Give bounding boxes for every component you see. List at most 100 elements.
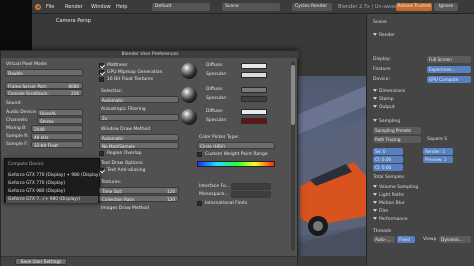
rp-feature-select[interactable]: Experimen... (427, 66, 471, 73)
rp-render-samples-field[interactable]: Render: 1 (423, 148, 453, 155)
specular2-label: Specular: (206, 96, 228, 101)
rp-sampling[interactable]: Sampling (373, 118, 400, 125)
virtual-pixel-select[interactable]: Double (5, 69, 83, 76)
diffuse1-swatch[interactable] (241, 63, 267, 69)
collection-rate-field[interactable]: Collection Rate: 120 (99, 195, 179, 202)
mattness-checkbox[interactable] (99, 63, 104, 68)
ignore-button[interactable]: Ignore (434, 3, 458, 11)
compute-option-1[interactable]: Geforce GTX 770 (Display) + 980 (Display… (8, 172, 100, 179)
rp-stamp[interactable]: Stamp (373, 96, 394, 103)
rp-clamp-indirect-field[interactable]: Cl: 0.00 (373, 164, 403, 171)
rp-performance[interactable]: Performance (373, 216, 408, 223)
frame-server-port-field[interactable]: Frame Server Port: 8080 (5, 82, 83, 89)
menu-window[interactable]: Window (91, 3, 111, 11)
virtual-pixel-label: Virtual Pixel Mode: (6, 62, 48, 67)
console-scrollback-field[interactable]: Console Scrollback: 256 (5, 89, 83, 96)
sample-rate-value: 48 kHz (34, 135, 49, 140)
layout-selector[interactable]: Default (152, 3, 210, 11)
diffuse3-swatch[interactable] (241, 109, 267, 115)
text-antialias-checkbox[interactable] (99, 168, 104, 173)
rp-fixed-button[interactable]: Fixed (397, 236, 415, 243)
specular2-swatch[interactable] (241, 96, 267, 102)
rp-motion-blur[interactable]: Motion Blur (373, 200, 405, 207)
rp-auto-detect-button[interactable]: Auto-... (373, 236, 395, 243)
rp-square-samples[interactable]: Square S (427, 136, 447, 143)
anisotropic-value: 2x (102, 116, 108, 121)
light3-preview-icon (181, 109, 197, 125)
weight-ramp-gradient[interactable] (197, 161, 275, 167)
diffuse2-swatch[interactable] (241, 87, 267, 93)
monospace-font-field[interactable] (231, 191, 271, 198)
rp-fixed-value: Fixed (399, 237, 410, 242)
window-draw-select[interactable]: Automatic (99, 134, 179, 141)
viewport-footer (298, 256, 366, 266)
timeout-field[interactable]: Time Out: 120 (99, 187, 179, 194)
save-user-settings-button[interactable]: Save User Settings (15, 258, 67, 265)
rp-device-select[interactable]: GPU Compute (427, 76, 471, 83)
stamp-chevron-icon (373, 97, 377, 100)
multisample-select[interactable]: No MultiSample (99, 142, 179, 149)
multisample-value: No MultiSample (102, 144, 135, 149)
compute-option-4[interactable]: Geforce GTX 7...(+ 980 (Display)) (6, 196, 98, 203)
rp-scene[interactable]: Scene (373, 19, 387, 26)
interface-font-label: Interface Fo... (199, 184, 230, 189)
rp-render-panel[interactable]: Render (373, 32, 395, 39)
rp-path-tracing[interactable]: Path Tracing (373, 136, 421, 143)
scene-name: Scene (225, 4, 239, 9)
float-textures-checkbox[interactable] (99, 77, 104, 82)
rp-light-paths[interactable]: Light Paths (373, 192, 404, 199)
prefs-scrollbar[interactable] (291, 61, 295, 251)
custom-weight-checkbox[interactable] (197, 152, 202, 157)
car-render-image (294, 86, 366, 266)
rp-dimensions[interactable]: Dimensions (373, 88, 405, 95)
specular3-swatch[interactable] (241, 118, 267, 124)
rp-clamp-direct-value: Cl: 0.00 (375, 157, 392, 162)
layout-name: Default (155, 4, 172, 9)
specular1-swatch[interactable] (241, 72, 267, 78)
scene-selector[interactable]: Scene (222, 3, 280, 11)
rp-seed-field[interactable]: Se: 0 (373, 148, 403, 155)
menu-file[interactable]: File (46, 3, 54, 11)
rp-preview-samples-field[interactable]: Preview: 1 (423, 156, 453, 163)
menu-render[interactable]: Render (65, 3, 83, 11)
rp-motion-blur-label: Motion Blur (379, 201, 405, 206)
rp-film[interactable]: Film (373, 208, 388, 215)
international-fonts-checkbox[interactable] (197, 201, 202, 206)
menu-help[interactable]: Help (116, 3, 127, 11)
color-picker-select[interactable]: Circle (HSV) (197, 142, 275, 149)
sample-rate-select[interactable]: 48 kHz (31, 133, 83, 140)
gpu-mipmap-label: GPU Mipmap Generation (107, 70, 163, 75)
rp-viewport-label: Viewp (423, 237, 437, 242)
compute-option-2[interactable]: Geforce GTX 770 (Display) (8, 180, 65, 187)
audio-device-value: OpenAL (40, 111, 57, 116)
images-draw-label: Images Draw Method (101, 206, 149, 211)
rp-output[interactable]: Output (373, 104, 395, 111)
rp-volume-sampling-label: Volume Sampling (379, 185, 419, 190)
selection-select[interactable]: Automatic (99, 96, 179, 103)
rp-volume-sampling[interactable]: Volume Sampling (373, 184, 418, 191)
anisotropic-select[interactable]: 2x (99, 114, 179, 121)
rp-display-select[interactable]: Full Screen (427, 56, 471, 63)
blender-logo-icon[interactable] (34, 3, 42, 11)
region-overlap-checkbox[interactable] (99, 151, 104, 156)
interface-font-field[interactable] (231, 183, 271, 190)
rp-display-value: Full Screen (429, 57, 452, 62)
rp-clamp-direct-field[interactable]: Cl: 0.00 (373, 156, 403, 163)
compute-option-3[interactable]: Geforce GTX 980 (Display) (8, 188, 65, 195)
rp-viewport-select[interactable]: Dynamic... (439, 236, 471, 243)
rp-sampling-presets[interactable]: Sampling Presets (373, 127, 421, 134)
rp-stamp-label: Stamp (379, 97, 394, 102)
timeout-label: Time Out: (102, 189, 123, 194)
prefs-scrollbar-thumb[interactable] (291, 65, 295, 125)
console-scrollback-value: 256 (71, 91, 79, 96)
reload-trusted-button[interactable]: Reload Trusted (396, 3, 432, 11)
custom-weight-label: Custom Weight Paint Range (205, 152, 268, 157)
color-picker-value: Circle (HSV) (200, 144, 226, 149)
rp-display-label: Display: (373, 57, 391, 62)
channels-select[interactable]: Stereo (37, 117, 83, 124)
mixing-buffer-select[interactable]: 2048 (31, 125, 83, 132)
render-engine-selector[interactable]: Cycles Render (292, 3, 332, 11)
audio-device-select[interactable]: OpenAL (37, 109, 83, 116)
sample-format-select[interactable]: 32-bit Float (31, 141, 83, 148)
gpu-mipmap-checkbox[interactable] (99, 70, 104, 75)
